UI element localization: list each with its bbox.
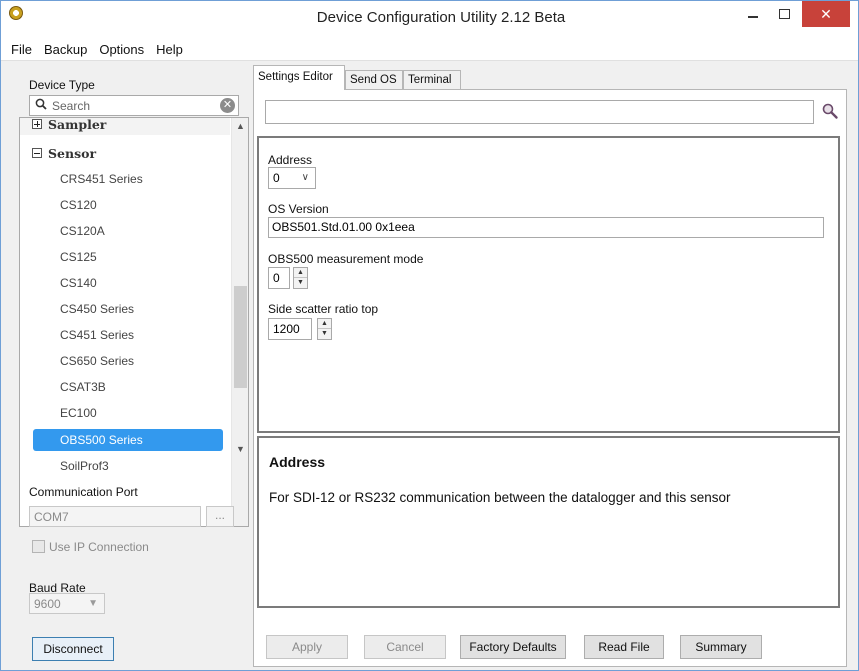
device-type-label: Device Type xyxy=(29,78,95,92)
menu-file[interactable]: File xyxy=(5,42,38,57)
tree-scrollbar[interactable]: ▲ ▼ xyxy=(231,118,248,526)
increment-icon[interactable]: ▲ xyxy=(318,319,331,329)
menu-backup[interactable]: Backup xyxy=(38,42,93,57)
browse-port-button[interactable]: ... xyxy=(206,506,234,527)
expand-icon[interactable] xyxy=(32,119,42,129)
settings-list: Address 0 ∨ OS Version OBS501.Std.01.00 … xyxy=(257,136,840,433)
menu-help[interactable]: Help xyxy=(150,42,189,57)
device-search-input[interactable]: Search ✕ xyxy=(29,95,239,116)
use-ip-label: Use IP Connection xyxy=(49,540,149,554)
tab-send-os[interactable]: Send OS xyxy=(345,70,403,89)
window-title: Device Configuration Utility 2.12 Beta xyxy=(316,9,566,26)
tree-item-obs500-series[interactable]: OBS500 Series xyxy=(33,429,223,451)
help-title: Address xyxy=(269,454,326,470)
tree-item-crs451-series[interactable]: CRS451 Series xyxy=(60,169,143,189)
disconnect-button[interactable]: Disconnect xyxy=(32,637,114,661)
address-value: 0 xyxy=(273,171,280,185)
address-label: Address xyxy=(268,153,313,167)
app-logo-icon xyxy=(9,6,23,20)
menu-bar: File Backup Options Help xyxy=(1,39,858,61)
clear-search-icon[interactable]: ✕ xyxy=(220,98,235,113)
search-icon[interactable] xyxy=(821,102,839,120)
tree-item-ec100[interactable]: EC100 xyxy=(60,403,97,423)
tree-item-cs450-series[interactable]: CS450 Series xyxy=(60,299,134,319)
communication-port-label: Communication Port xyxy=(29,485,138,499)
side-scatter-label: Side scatter ratio top xyxy=(268,302,379,316)
address-select[interactable]: 0 ∨ xyxy=(268,167,316,189)
tree-group-label: Sampler xyxy=(48,117,107,132)
summary-button[interactable]: Summary xyxy=(680,635,762,659)
tree-group-label: Sensor xyxy=(48,145,97,161)
app-window: Device Configuration Utility 2.12 Beta ✕… xyxy=(0,0,859,671)
scroll-down-icon[interactable]: ▼ xyxy=(232,441,248,458)
menu-options[interactable]: Options xyxy=(93,42,150,57)
settings-search-input[interactable] xyxy=(265,100,814,124)
tree-item-cs120a[interactable]: CS120A xyxy=(60,221,105,241)
maximize-icon xyxy=(778,9,790,19)
search-icon xyxy=(35,98,47,110)
use-ip-checkbox[interactable] xyxy=(32,540,45,553)
measurement-mode-stepper[interactable]: ▲ ▼ xyxy=(293,267,308,289)
tree-item-soilprof3[interactable]: SoilProf3 xyxy=(60,456,109,476)
tree-item-cs650-series[interactable]: CS650 Series xyxy=(60,351,134,371)
communication-port-field[interactable]: COM7 xyxy=(29,506,201,527)
minimize-icon xyxy=(748,16,758,18)
tree-item-cs451-series[interactable]: CS451 Series xyxy=(60,325,134,345)
increment-icon[interactable]: ▲ xyxy=(294,268,307,278)
scroll-thumb[interactable] xyxy=(234,286,247,388)
chevron-down-icon: ∨ xyxy=(301,172,309,183)
settings-editor-panel: Address 0 ∨ OS Version OBS501.Std.01.00 … xyxy=(253,89,847,667)
help-description: For SDI-12 or RS232 communication betwee… xyxy=(269,490,731,505)
tree-item-cs120[interactable]: CS120 xyxy=(60,195,97,215)
tree-item-csat3b[interactable]: CSAT3B xyxy=(60,377,106,397)
baud-rate-select[interactable]: 9600 ▼ xyxy=(29,593,105,614)
cancel-button[interactable]: Cancel xyxy=(364,635,446,659)
device-tree[interactable]: Sampler Sensor CRS451 Series CS120 CS120… xyxy=(19,117,249,527)
tree-item-cs140[interactable]: CS140 xyxy=(60,273,97,293)
help-panel: Address For SDI-12 or RS232 communicatio… xyxy=(257,436,840,608)
search-placeholder: Search xyxy=(52,99,91,113)
os-version-field[interactable]: OBS501.Std.01.00 0x1eea xyxy=(268,217,824,238)
scroll-up-icon[interactable]: ▲ xyxy=(232,118,248,135)
close-button[interactable]: ✕ xyxy=(802,1,850,27)
maximize-button[interactable] xyxy=(768,1,800,27)
factory-defaults-button[interactable]: Factory Defaults xyxy=(460,635,566,659)
read-file-button[interactable]: Read File xyxy=(584,635,664,659)
tree-group-sampler[interactable]: Sampler xyxy=(20,117,230,135)
chevron-down-icon: ▼ xyxy=(88,598,98,609)
side-scatter-field[interactable]: 1200 xyxy=(268,318,312,340)
decrement-icon[interactable]: ▼ xyxy=(294,278,307,288)
tree-group-sensor[interactable]: Sensor xyxy=(20,142,230,164)
os-version-label: OS Version xyxy=(268,202,329,216)
side-scatter-stepper[interactable]: ▲ ▼ xyxy=(317,318,332,340)
measurement-mode-field[interactable]: 0 xyxy=(268,267,290,289)
tab-terminal[interactable]: Terminal xyxy=(403,70,461,89)
close-icon: ✕ xyxy=(820,5,832,22)
device-panel: Device Type Search ✕ Sampler Sensor CRS4… xyxy=(1,61,251,670)
title-bar: Device Configuration Utility 2.12 Beta ✕ xyxy=(1,1,858,39)
minimize-button[interactable] xyxy=(738,1,768,27)
decrement-icon[interactable]: ▼ xyxy=(318,329,331,339)
tab-settings-editor[interactable]: Settings Editor xyxy=(253,65,345,90)
apply-button[interactable]: Apply xyxy=(266,635,348,659)
baud-rate-value: 9600 xyxy=(34,597,61,611)
measurement-mode-label: OBS500 measurement mode xyxy=(268,252,424,266)
tree-item-cs125[interactable]: CS125 xyxy=(60,247,97,267)
collapse-icon[interactable] xyxy=(32,148,42,158)
